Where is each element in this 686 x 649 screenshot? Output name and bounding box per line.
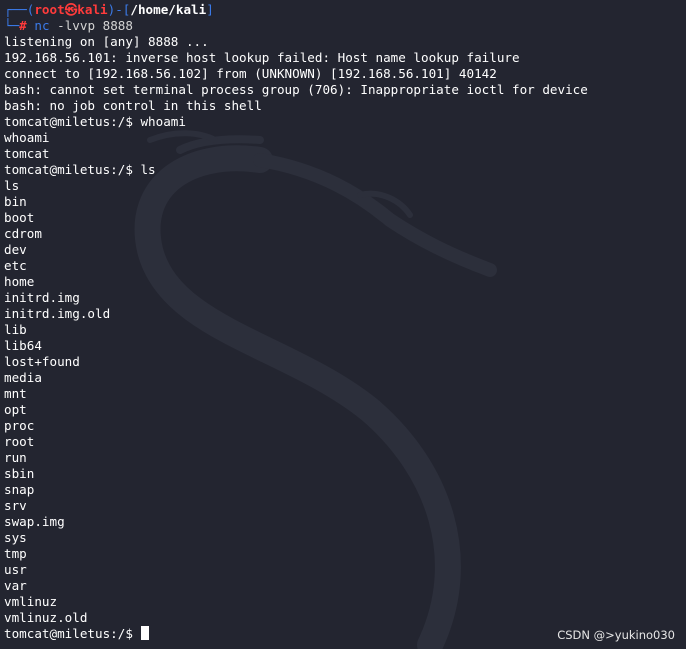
command-name: nc: [34, 18, 50, 33]
output-line: bash: no job control in this shell: [4, 98, 262, 113]
output-line: ls: [4, 178, 20, 193]
prompt-corner-bottom: └─: [4, 18, 20, 33]
output-line: lost+found: [4, 354, 80, 369]
terminal-window[interactable]: ┌──(root㉿kali)-[/home/kali] └─# nc -lvvp…: [0, 0, 686, 649]
output-line: srv: [4, 498, 27, 513]
prompt-at-icon: ㉿: [64, 2, 78, 17]
prompt-host: kali: [77, 2, 108, 17]
output-lines: listening on [any] 8888 ... 192.168.56.10…: [4, 34, 588, 626]
output-line: lib64: [4, 338, 42, 353]
output-line: mnt: [4, 386, 27, 401]
output-line: run: [4, 450, 27, 465]
prompt-header-line: ┌──(root㉿kali)-[/home/kali]: [4, 2, 588, 18]
output-line: sys: [4, 530, 27, 545]
output-line: root: [4, 434, 35, 449]
prompt-separator: )-[: [107, 2, 131, 17]
output-line: media: [4, 370, 42, 385]
output-line: var: [4, 578, 27, 593]
prompt-user: root: [34, 2, 65, 17]
prompt-hash: #: [19, 18, 27, 33]
command-args: -lvvp 8888: [57, 18, 133, 33]
final-prompt: tomcat@miletus:/$: [4, 626, 141, 641]
output-line: tomcat@miletus:/$ whoami: [4, 114, 186, 129]
output-line: connect to [192.168.56.102] from (UNKNOW…: [4, 66, 497, 81]
output-line: sbin: [4, 466, 35, 481]
output-line: bin: [4, 194, 27, 209]
output-line: usr: [4, 562, 27, 577]
output-line: whoami: [4, 130, 50, 145]
output-line: initrd.img: [4, 290, 80, 305]
output-line: boot: [4, 210, 35, 225]
output-line: opt: [4, 402, 27, 417]
output-line: vmlinuz.old: [4, 610, 88, 625]
output-line: tomcat: [4, 146, 50, 161]
output-line: initrd.img.old: [4, 306, 111, 321]
cursor-block: [141, 626, 150, 640]
output-line: tomcat@miletus:/$ ls: [4, 162, 156, 177]
output-line: swap.img: [4, 514, 65, 529]
output-line: listening on [any] 8888 ...: [4, 34, 209, 49]
prompt-path: /home/kali: [130, 2, 207, 17]
output-line: home: [4, 274, 35, 289]
output-line: dev: [4, 242, 27, 257]
csdn-watermark: CSDN @>yukino030: [557, 628, 675, 642]
prompt-corner-top: ┌──(: [4, 2, 35, 17]
output-line: bash: cannot set terminal process group …: [4, 82, 588, 97]
output-line: lib: [4, 322, 27, 337]
output-line: cdrom: [4, 226, 42, 241]
output-line: proc: [4, 418, 35, 433]
prompt-close: ]: [206, 2, 214, 17]
terminal-output: ┌──(root㉿kali)-[/home/kali] └─# nc -lvvp…: [4, 2, 588, 642]
output-line: tmp: [4, 546, 27, 561]
final-prompt-line[interactable]: tomcat@miletus:/$: [4, 626, 588, 642]
prompt-command-line: └─# nc -lvvp 8888: [4, 18, 588, 34]
output-line: etc: [4, 258, 27, 273]
output-line: 192.168.56.101: inverse host lookup fail…: [4, 50, 520, 65]
output-line: vmlinuz: [4, 594, 58, 609]
output-line: snap: [4, 482, 35, 497]
